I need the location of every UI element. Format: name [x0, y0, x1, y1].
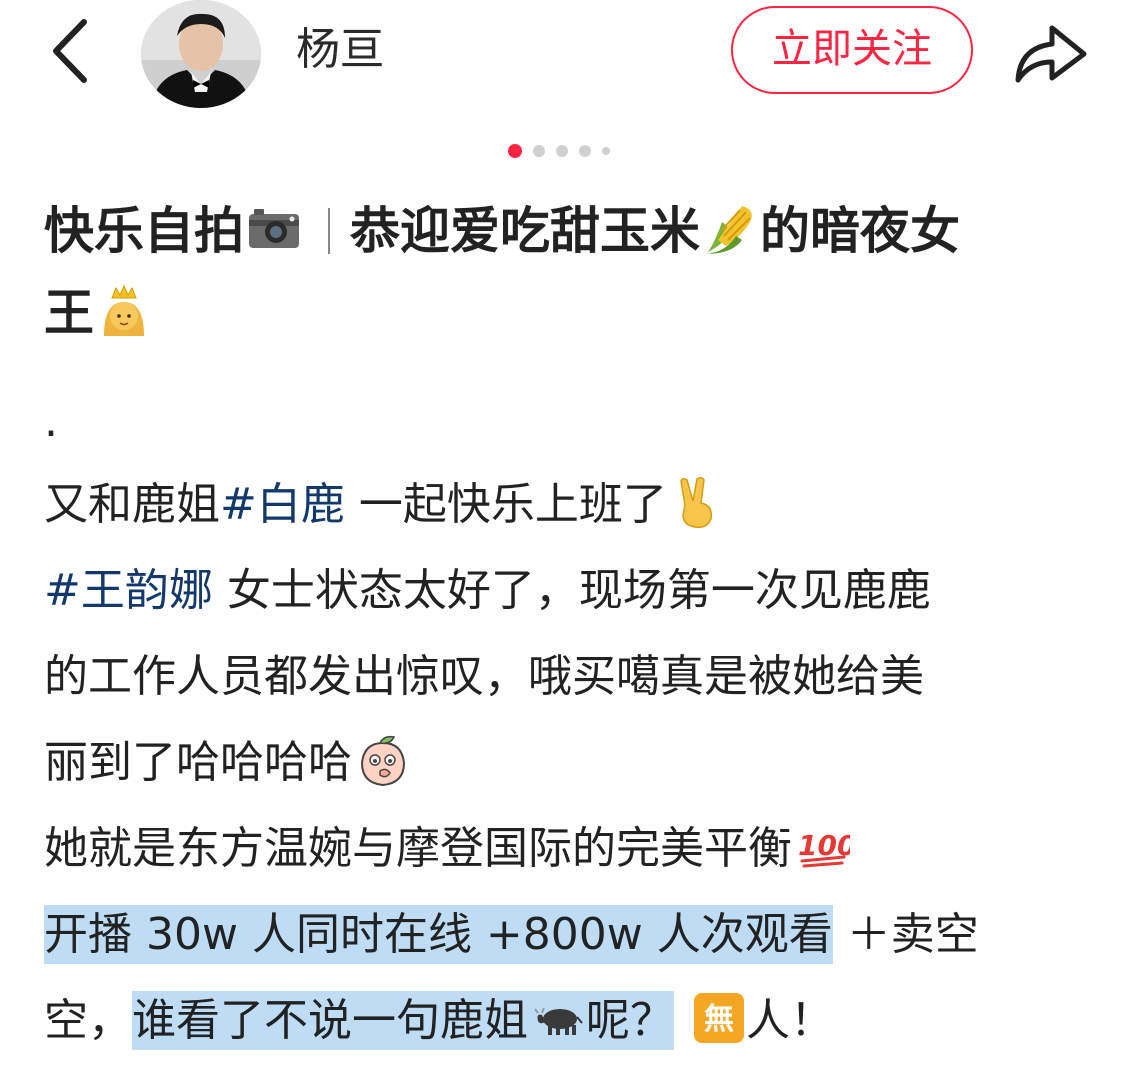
highlighted-text-part: 谁看了不说一句鹿姐 — [132, 995, 528, 1046]
share-icon[interactable] — [1012, 20, 1090, 86]
body-line: 的工作人员都发出惊叹，哦买噶真是被她给美 — [44, 634, 1104, 720]
pager-dot[interactable] — [533, 145, 545, 157]
title-text: 的暗夜女 — [760, 202, 960, 260]
corn-icon — [706, 206, 752, 254]
body-line: 空，谁看了不说一句鹿姐 呢？ 無 人！ — [44, 978, 1104, 1064]
body-text: 的工作人员都发出惊叹，哦买噶真是被她给美 — [44, 651, 924, 702]
title-text: 快乐自拍 — [44, 202, 244, 260]
separator-dot: . — [44, 396, 58, 447]
hashtag-link[interactable]: #王韵娜 — [44, 565, 213, 616]
post-header: 杨亘 立即关注 — [0, 0, 1137, 110]
body-text: 空， — [44, 995, 132, 1046]
post-title: 快乐自拍 恭迎爱吃甜玉米 的暗夜女 王 — [44, 190, 1094, 354]
pager-dot[interactable] — [556, 145, 568, 157]
username[interactable]: 杨亘 — [296, 22, 384, 78]
body-line: 又和鹿姐#白鹿 一起快乐上班了 — [44, 462, 1104, 548]
pager-dot-active[interactable] — [508, 144, 522, 158]
body-text: 女士状态太好了，现场第一次见鹿鹿 — [212, 565, 931, 616]
camera-icon — [249, 209, 299, 248]
back-arrow-icon[interactable] — [44, 16, 100, 86]
highlighted-text: 开播 30w 人同时在线 +800w 人次观看 — [44, 905, 833, 964]
body-text: ＋卖空 — [846, 909, 979, 960]
pager-dot[interactable] — [602, 147, 610, 155]
pager-dot[interactable] — [579, 145, 591, 157]
wu-sign-icon: 無 — [694, 993, 744, 1043]
follow-button[interactable]: 立即关注 — [731, 6, 973, 94]
body-text: 又和鹿姐 — [44, 479, 220, 530]
title-text: 恭迎爱吃甜玉米 — [350, 202, 700, 260]
svg-text:無: 無 — [704, 1002, 734, 1037]
hundred-points-icon: 100 — [798, 829, 850, 868]
body-line: 她就是东方温婉与摩登国际的完美平衡 100 — [44, 806, 1104, 892]
highlighted-text-part: 呢？ — [586, 995, 674, 1046]
victory-hand-icon — [680, 476, 712, 529]
title-divider — [328, 208, 330, 254]
body-text: 丽到了哈哈哈哈 — [44, 737, 352, 788]
title-text: 王 — [44, 284, 94, 342]
body-line: 开播 30w 人同时在线 +800w 人次观看 ＋卖空 — [44, 892, 1104, 978]
body-text: 她就是东方温婉与摩登国际的完美平衡 — [44, 823, 792, 874]
body-text: 一起快乐上班了 — [344, 479, 667, 530]
princess-icon — [104, 284, 144, 336]
ox-icon — [534, 1007, 583, 1035]
hashtag-link[interactable]: #白鹿 — [220, 479, 345, 530]
body-text: 人！ — [746, 995, 834, 1046]
highlighted-text: 谁看了不说一句鹿姐 呢？ — [132, 991, 674, 1050]
peach-face-icon — [360, 735, 406, 787]
body-line: 丽到了哈哈哈哈 — [44, 720, 1104, 806]
avatar[interactable] — [141, 0, 261, 108]
post-body: 又和鹿姐#白鹿 一起快乐上班了 #王韵娜 女士状态太好了，现场第一次见鹿鹿 的工… — [44, 462, 1104, 1064]
body-line: #王韵娜 女士状态太好了，现场第一次见鹿鹿 — [44, 548, 1104, 634]
